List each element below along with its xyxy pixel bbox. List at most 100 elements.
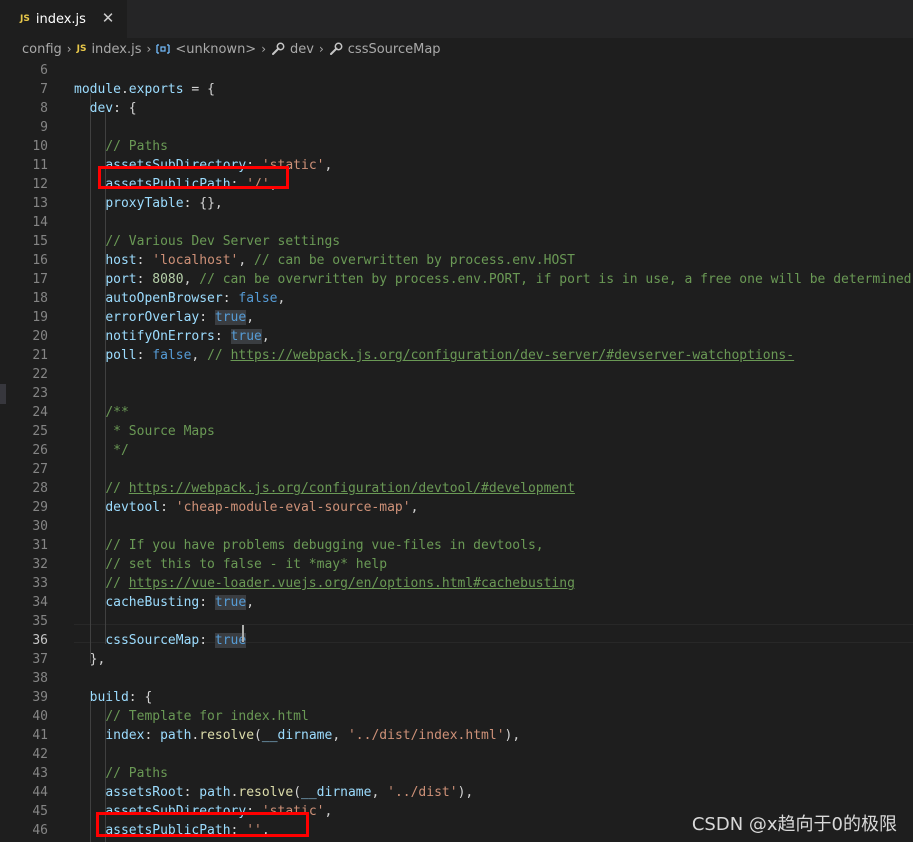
code-token: ),	[504, 728, 521, 743]
code-line[interactable]: assetsRoot: path.resolve(__dirname, '../…	[74, 783, 473, 802]
line-number: 17	[32, 272, 48, 287]
code-token: 8080	[152, 272, 184, 287]
code-line[interactable]: module.exports = {	[74, 80, 215, 99]
code-token: ,	[371, 785, 388, 800]
code-line[interactable]: */	[74, 441, 129, 460]
line-number: 16	[32, 253, 48, 268]
code-token: https://webpack.js.org/configuration/dev…	[230, 348, 795, 363]
line-number: 31	[32, 538, 48, 553]
code-token: cacheBusting	[105, 595, 200, 610]
code-line[interactable]: proxyTable: {},	[74, 194, 222, 213]
code-line[interactable]: // If you have problems debugging vue-fi…	[74, 536, 543, 555]
code-line[interactable]: index: path.resolve(__dirname, '../dist/…	[74, 726, 520, 745]
code-token: ,	[183, 272, 200, 287]
code-token: .	[120, 82, 129, 97]
code-line[interactable]: host: 'localhost', // can be overwritten…	[74, 251, 575, 270]
line-number: 45	[32, 804, 48, 819]
code-line[interactable]: // https://vue-loader.vuejs.org/en/optio…	[74, 574, 575, 593]
line-number: 41	[32, 728, 48, 743]
line-number: 19	[32, 310, 48, 325]
breadcrumb-symbol[interactable]: cssSourceMap	[329, 42, 441, 57]
code-token: https://vue-loader.vuejs.org/en/options.…	[128, 576, 575, 591]
code-token: :	[136, 272, 153, 287]
code-token: //	[105, 576, 129, 591]
line-number: 14	[32, 215, 48, 230]
code-token: * Source Maps	[105, 424, 215, 439]
code-token: // set this to false - it *may* help	[105, 557, 388, 572]
code-token: : {	[113, 101, 137, 116]
line-number: 35	[32, 614, 48, 629]
line-number: 12	[32, 177, 48, 192]
line-number: 10	[32, 139, 48, 154]
code-line[interactable]: build: {	[74, 688, 153, 707]
tab-index-js[interactable]: JS index.js ✕	[0, 0, 127, 38]
code-token: index	[105, 728, 145, 743]
line-number: 6	[40, 63, 48, 78]
chevron-right-icon: ›	[261, 42, 267, 56]
close-icon[interactable]: ✕	[100, 10, 116, 26]
code-line[interactable]: cssSourceMap: true	[74, 631, 247, 650]
line-number: 23	[32, 386, 48, 401]
line-number: 24	[32, 405, 48, 420]
code-line[interactable]: port: 8080, // can be overwritten by pro…	[74, 270, 911, 289]
breadcrumb-unknown[interactable]: <unknown>	[156, 42, 256, 57]
code-line[interactable]: // Paths	[74, 764, 168, 783]
javascript-file-icon: JS	[76, 44, 87, 54]
code-token: '../dist/index.html'	[347, 728, 505, 743]
code-token: false	[152, 348, 192, 363]
code-line[interactable]: // Template for index.html	[74, 707, 309, 726]
code-line[interactable]: autoOpenBrowser: false,	[74, 289, 285, 308]
line-number: 38	[32, 671, 48, 686]
code-line[interactable]: * Source Maps	[74, 422, 215, 441]
code-line[interactable]: // Paths	[74, 137, 168, 156]
code-line[interactable]: notifyOnErrors: true,	[74, 327, 270, 346]
line-number: 25	[32, 424, 48, 439]
module-icon	[156, 44, 170, 54]
code-token: // Paths	[105, 139, 168, 154]
code-token: ,	[324, 158, 333, 173]
code-token: ,	[238, 253, 255, 268]
code-token: assetsRoot	[105, 785, 184, 800]
code-line[interactable]: // https://webpack.js.org/configuration/…	[74, 479, 575, 498]
code-token: true	[214, 310, 247, 325]
code-token: (	[254, 728, 262, 743]
breadcrumb-config[interactable]: config	[22, 42, 62, 57]
line-number: 43	[32, 766, 48, 781]
code-token: path	[160, 728, 192, 743]
code-token: poll	[105, 348, 137, 363]
code-line[interactable]: // set this to false - it *may* help	[74, 555, 387, 574]
code-token: ,	[324, 804, 333, 819]
breadcrumb-dev[interactable]: dev	[271, 42, 314, 57]
code-line[interactable]: devtool: 'cheap-module-eval-source-map',	[74, 498, 418, 517]
code-line[interactable]: },	[74, 650, 106, 669]
breadcrumb-file[interactable]: JS index.js	[77, 42, 142, 57]
chevron-right-icon: ›	[66, 42, 72, 56]
code-token: :	[214, 329, 231, 344]
breadcrumb-dev-label: dev	[290, 41, 314, 57]
code-line[interactable]: // Various Dev Server settings	[74, 232, 340, 251]
code-token: exports	[128, 82, 184, 97]
code-line[interactable]: dev: {	[74, 99, 137, 118]
code-token: 'localhost'	[152, 253, 239, 268]
line-number: 9	[40, 120, 48, 135]
code-line[interactable]: cacheBusting: true,	[74, 593, 254, 612]
code-editor[interactable]: 6 7 module.exports = {8 dev: {9 10 // Paths…	[0, 60, 913, 842]
code-line[interactable]: /**	[74, 403, 128, 422]
code-line[interactable]: errorOverlay: true,	[74, 308, 254, 327]
code-token: :	[144, 728, 161, 743]
code-line[interactable]: poll: false, // https://webpack.js.org/c…	[74, 346, 794, 365]
highlight-box-dev-assets-public-path	[98, 166, 289, 189]
